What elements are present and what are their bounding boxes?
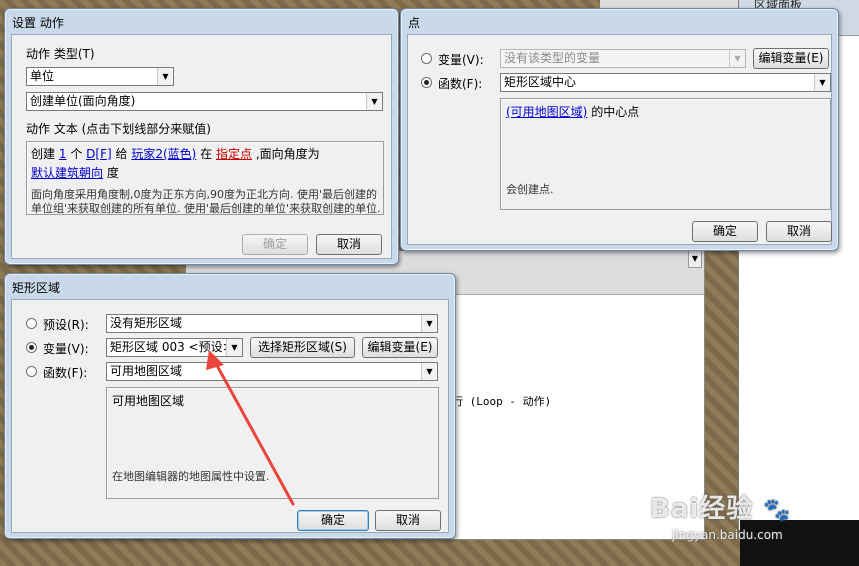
chevron-down-icon[interactable]: ▼: [421, 363, 437, 380]
action-description: 面向角度采用角度制,0度为正东方向,90度为正北方向. 使用'最后创建的单位组'…: [31, 188, 381, 215]
edit-variable-button[interactable]: 编辑变量(E): [362, 337, 438, 358]
variable-select[interactable]: 矩形区域 003 <预设> ▼: [106, 338, 243, 357]
variable-radio[interactable]: [26, 342, 37, 353]
ok-button[interactable]: 确定: [297, 510, 369, 531]
text-at: 在: [200, 147, 213, 161]
rect-region-dialog: 矩形区域 预设(R): 没有矩形区域 ▼ 变量(V): 矩形区域 003 <预设…: [4, 273, 456, 539]
chevron-down-icon[interactable]: ▼: [421, 315, 437, 332]
scroll-down-arrow[interactable]: ▼: [688, 250, 702, 268]
action-value: 创建单位(面向角度): [30, 94, 136, 108]
cancel-button[interactable]: 取消: [375, 510, 441, 531]
action-text-label: 动作 文本 (点击下划线部分来赋值): [26, 122, 211, 136]
action-type-label: 动作 类型(T): [26, 47, 95, 61]
chevron-down-icon[interactable]: ▼: [729, 50, 745, 67]
text-degree: 度: [106, 166, 119, 180]
variable-label: 变量(V):: [438, 53, 484, 67]
function-description-box: 可用地图区域 在地图编辑器的地图属性中设置.: [106, 387, 439, 499]
select-rect-button[interactable]: 选择矩形区域(S): [250, 337, 355, 358]
paw-icon: 🐾: [763, 498, 792, 523]
function-radio[interactable]: [421, 77, 432, 88]
watermark-url: jingyan.baidu.com: [672, 528, 783, 542]
action-select[interactable]: 创建单位(面向角度) ▼: [26, 92, 383, 111]
action-category-value: 单位: [30, 69, 55, 83]
function-select[interactable]: 可用地图区域 ▼: [106, 362, 438, 381]
dialog-client-area: 预设(R): 没有矩形区域 ▼ 变量(V): 矩形区域 003 <预设> ▼ 选…: [11, 299, 449, 533]
dialog-title: 矩形区域: [12, 281, 61, 295]
function-label: 函数(F):: [438, 77, 483, 91]
variable-radio[interactable]: [421, 53, 432, 64]
text-give: 给: [115, 147, 128, 161]
preset-label: 预设(R):: [43, 318, 89, 332]
dialog-client-area: 动作 类型(T) 单位 ▼ 创建单位(面向角度) ▼ 动作 文本 (点击下划线部…: [11, 34, 392, 259]
variable-value: 矩形区域 003 <预设>: [110, 340, 233, 354]
cancel-button[interactable]: 取消: [766, 221, 832, 242]
action-category-select[interactable]: 单位 ▼: [26, 67, 174, 86]
description-note: 会创建点.: [506, 183, 554, 196]
description-title: 可用地图区域: [112, 394, 185, 408]
unit-type-param-link[interactable]: D[F]: [86, 147, 112, 161]
function-value: 可用地图区域: [110, 364, 183, 378]
trigger-editor-text: 行 (Loop - 动作): [452, 395, 552, 408]
variable-label: 变量(V):: [43, 342, 89, 356]
point-param-link[interactable]: 指定点: [216, 147, 252, 161]
description-suffix: 的中心点: [591, 105, 640, 119]
text-create: 创建: [31, 147, 56, 161]
chevron-down-icon[interactable]: ▼: [157, 68, 173, 85]
minimap-dark-area: [740, 520, 859, 566]
ok-button[interactable]: 确定: [242, 234, 308, 255]
text-facing: ,面向角度为: [255, 147, 320, 161]
player-param-link[interactable]: 玩家2(蓝色): [131, 147, 196, 161]
function-radio[interactable]: [26, 366, 37, 377]
set-action-dialog: 设置 动作 动作 类型(T) 单位 ▼ 创建单位(面向角度) ▼ 动作 文本 (…: [4, 8, 399, 265]
function-label: 函数(F):: [43, 366, 88, 380]
dialog-client-area: 变量(V): 没有该类型的变量 ▼ 编辑变量(E) 函数(F): 矩形区域中心 …: [407, 34, 832, 245]
function-description-box: (可用地图区域) 的中心点 会创建点.: [500, 98, 831, 210]
facing-param-link[interactable]: 默认建筑朝向: [31, 166, 103, 180]
edit-variable-button[interactable]: 编辑变量(E): [753, 48, 829, 69]
ok-button[interactable]: 确定: [692, 221, 758, 242]
function-select[interactable]: 矩形区域中心 ▼: [500, 73, 831, 92]
chevron-down-icon[interactable]: ▼: [366, 93, 382, 110]
baidu-watermark: Bai经验 🐾: [650, 488, 792, 525]
text-unit-word: 个: [70, 147, 83, 161]
description-note: 在地图编辑器的地图属性中设置.: [112, 470, 270, 483]
cancel-button[interactable]: 取消: [316, 234, 382, 255]
preset-select[interactable]: 没有矩形区域 ▼: [106, 314, 438, 333]
dialog-title: 设置 动作: [12, 16, 64, 30]
point-dialog: 点 变量(V): 没有该类型的变量 ▼ 编辑变量(E) 函数(F): 矩形区域中…: [400, 8, 839, 251]
dialog-title: 点: [408, 16, 421, 30]
preset-radio[interactable]: [26, 318, 37, 329]
chevron-down-icon[interactable]: ▼: [226, 339, 242, 356]
action-text-box: 创建 1 个 D[F] 给 玩家2(蓝色) 在 指定点 ,面向角度为 默认建筑朝…: [26, 141, 384, 215]
region-param-link[interactable]: (可用地图区域): [506, 105, 587, 119]
preset-value: 没有矩形区域: [110, 316, 183, 330]
chevron-down-icon[interactable]: ▼: [814, 74, 830, 91]
count-param-link[interactable]: 1: [59, 147, 67, 161]
watermark-text: Bai经验: [650, 494, 754, 524]
function-value: 矩形区域中心: [504, 75, 577, 89]
variable-select[interactable]: 没有该类型的变量 ▼: [500, 49, 746, 68]
variable-value: 没有该类型的变量: [504, 51, 601, 65]
